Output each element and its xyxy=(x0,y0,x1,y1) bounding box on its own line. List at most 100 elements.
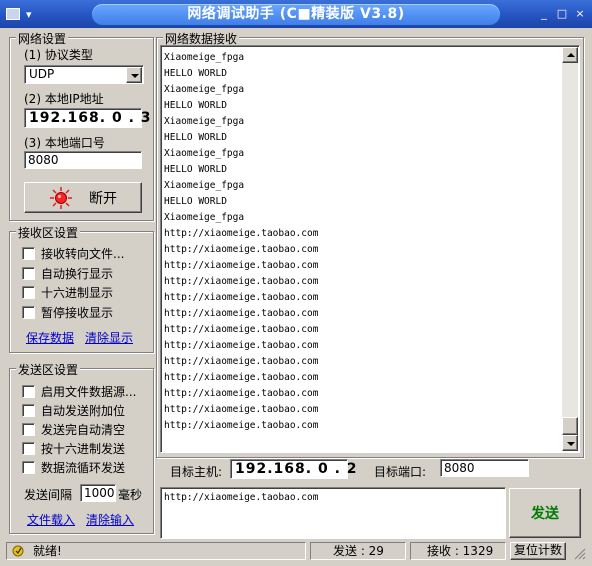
send-settings-title: 发送区设置 xyxy=(16,361,81,378)
target-host-field[interactable]: 192.168. 0 . 2 xyxy=(230,459,357,479)
send-settings-group: 发送区设置 启用文件数据源... 自动发送附加位 发送完自动清空 按十六进制发送… xyxy=(9,361,154,534)
receive-line: Xiaomeige_fpga xyxy=(164,52,245,63)
loop-send-checkbox[interactable] xyxy=(22,460,35,474)
status-icon xyxy=(12,545,24,557)
receive-settings-title: 接收区设置 xyxy=(16,224,81,241)
hex-display-checkbox[interactable] xyxy=(22,285,35,299)
resize-grip-icon[interactable] xyxy=(572,546,586,560)
send-button[interactable]: 发送 xyxy=(509,488,581,538)
file-source-checkbox[interactable] xyxy=(22,384,35,398)
file-source-label: 启用文件数据源... xyxy=(41,384,137,399)
receive-to-file-checkbox[interactable] xyxy=(22,246,35,260)
receive-to-file-option[interactable]: 接收转向文件... xyxy=(22,245,124,261)
append-bits-label: 自动发送附加位 xyxy=(41,403,126,418)
clear-input-link[interactable]: 清除输入 xyxy=(86,511,134,528)
local-port-label: (3) 本地端口号 xyxy=(24,136,105,150)
title-bar: ▾ 网络调试助手 (C■精装版 V3.8) _ □ × xyxy=(0,0,592,28)
receive-line: HELLO WORLD xyxy=(164,196,227,207)
network-settings-title: 网络设置 xyxy=(16,30,69,47)
app-window: ▾ 网络调试助手 (C■精装版 V3.8) _ □ × 网络设置 (1) 协议类… xyxy=(0,0,592,566)
receive-to-file-label: 接收转向文件... xyxy=(41,246,125,261)
receive-line: Xiaomeige_fpga xyxy=(164,180,245,191)
receive-text-area[interactable]: Xiaomeige_fpga HELLO WORLD Xiaomeige_fpga H… xyxy=(160,45,580,453)
local-ip-field[interactable]: 192.168. 0 . 3 xyxy=(24,108,151,128)
load-file-link[interactable]: 文件载入 xyxy=(27,511,75,528)
connection-status-icon xyxy=(50,186,72,209)
receive-line: http://xiaomeige.taobao.com xyxy=(164,372,319,383)
receive-line: Xiaomeige_fpga xyxy=(164,116,245,127)
target-host-label: 目标主机: xyxy=(170,465,223,479)
status-received-count: 接收 : 1329 xyxy=(410,542,506,560)
receive-line: http://xiaomeige.taobao.com xyxy=(164,404,319,415)
close-button[interactable]: × xyxy=(572,6,588,22)
maximize-button[interactable]: □ xyxy=(554,6,570,22)
file-source-option[interactable]: 启用文件数据源... xyxy=(22,383,136,399)
receive-line: http://xiaomeige.taobao.com xyxy=(164,292,319,303)
auto-wrap-option[interactable]: 自动换行显示 xyxy=(22,265,113,281)
scroll-down-icon[interactable] xyxy=(562,435,578,451)
protocol-select[interactable]: UDP xyxy=(24,65,144,84)
disconnect-label: 断开 xyxy=(89,190,117,207)
receive-line: http://xiaomeige.taobao.com xyxy=(164,308,319,319)
reset-count-button[interactable]: 复位计数 xyxy=(510,542,566,560)
auto-clear-option[interactable]: 发送完自动清空 xyxy=(22,421,125,437)
receive-line: http://xiaomeige.taobao.com xyxy=(164,356,319,367)
receive-line: http://xiaomeige.taobao.com xyxy=(164,324,319,335)
hex-send-label: 按十六进制发送 xyxy=(41,441,126,456)
disconnect-button[interactable]: 断开 xyxy=(24,182,142,213)
target-port-field[interactable]: 8080 xyxy=(440,459,529,477)
send-interval-field[interactable]: 1000 xyxy=(80,484,116,502)
loop-send-label: 数据流循环发送 xyxy=(41,460,126,475)
pause-display-option[interactable]: 暂停接收显示 xyxy=(22,304,113,320)
target-port-label: 目标端口: xyxy=(374,465,427,479)
save-data-link[interactable]: 保存数据 xyxy=(26,329,74,346)
local-ip-label: (2) 本地IP地址 xyxy=(24,92,104,106)
receive-line: Xiaomeige_fpga xyxy=(164,84,245,95)
scroll-up-icon[interactable] xyxy=(562,47,578,63)
minimize-button[interactable]: _ xyxy=(536,6,552,22)
status-ready-text: 就绪! xyxy=(33,544,62,558)
menu-dropdown-icon: ▾ xyxy=(26,7,32,21)
auto-wrap-checkbox[interactable] xyxy=(22,266,35,280)
receive-line: HELLO WORLD xyxy=(164,100,227,111)
receive-settings-group: 接收区设置 接收转向文件... 自动换行显示 十六进制显示 暂停接收显示 保存数… xyxy=(9,224,154,353)
status-sent-count: 发送 : 29 xyxy=(310,542,406,560)
receive-line: http://xiaomeige.taobao.com xyxy=(164,388,319,399)
local-port-field[interactable]: 8080 xyxy=(24,151,142,169)
chevron-down-icon[interactable] xyxy=(126,67,142,83)
receive-lines: Xiaomeige_fpga HELLO WORLD Xiaomeige_fpga H… xyxy=(164,50,560,434)
pause-display-label: 暂停接收显示 xyxy=(41,305,114,320)
hex-send-option[interactable]: 按十六进制发送 xyxy=(22,440,125,456)
receive-line: HELLO WORLD xyxy=(164,132,227,143)
send-interval-label: 发送间隔 xyxy=(24,488,73,502)
receive-line: http://xiaomeige.taobao.com xyxy=(164,340,319,351)
receive-line: http://xiaomeige.taobao.com xyxy=(164,244,319,255)
clear-display-link[interactable]: 清除显示 xyxy=(85,329,133,346)
receive-line: Xiaomeige_fpga xyxy=(164,148,245,159)
hex-display-label: 十六进制显示 xyxy=(41,285,114,300)
receive-line: http://xiaomeige.taobao.com xyxy=(164,228,319,239)
auto-clear-label: 发送完自动清空 xyxy=(41,422,126,437)
system-menu[interactable]: ▾ xyxy=(6,5,46,23)
send-input[interactable]: http://xiaomeige.taobao.com xyxy=(160,487,506,539)
pause-display-checkbox[interactable] xyxy=(22,305,35,319)
computer-icon xyxy=(6,8,20,20)
hex-send-checkbox[interactable] xyxy=(22,441,35,455)
loop-send-option[interactable]: 数据流循环发送 xyxy=(22,459,125,475)
auto-clear-checkbox[interactable] xyxy=(22,422,35,436)
protocol-label: (1) 协议类型 xyxy=(24,48,93,62)
receive-line: http://xiaomeige.taobao.com xyxy=(164,276,319,287)
receive-line: Xiaomeige_fpga xyxy=(164,212,245,223)
send-interval-unit: 毫秒 xyxy=(118,488,143,502)
append-bits-option[interactable]: 自动发送附加位 xyxy=(22,402,125,418)
receive-line: http://xiaomeige.taobao.com xyxy=(164,420,319,431)
auto-wrap-label: 自动换行显示 xyxy=(41,266,114,281)
hex-display-option[interactable]: 十六进制显示 xyxy=(22,284,113,300)
append-bits-checkbox[interactable] xyxy=(22,403,35,417)
scroll-thumb[interactable] xyxy=(562,417,578,435)
network-settings-group: 网络设置 (1) 协议类型 UDP (2) 本地IP地址 192.168. 0 … xyxy=(9,30,154,221)
status-ready: 就绪! xyxy=(6,542,306,560)
protocol-value: UDP xyxy=(29,67,55,81)
receive-scrollbar[interactable] xyxy=(562,47,578,451)
receive-line: HELLO WORLD xyxy=(164,68,227,79)
